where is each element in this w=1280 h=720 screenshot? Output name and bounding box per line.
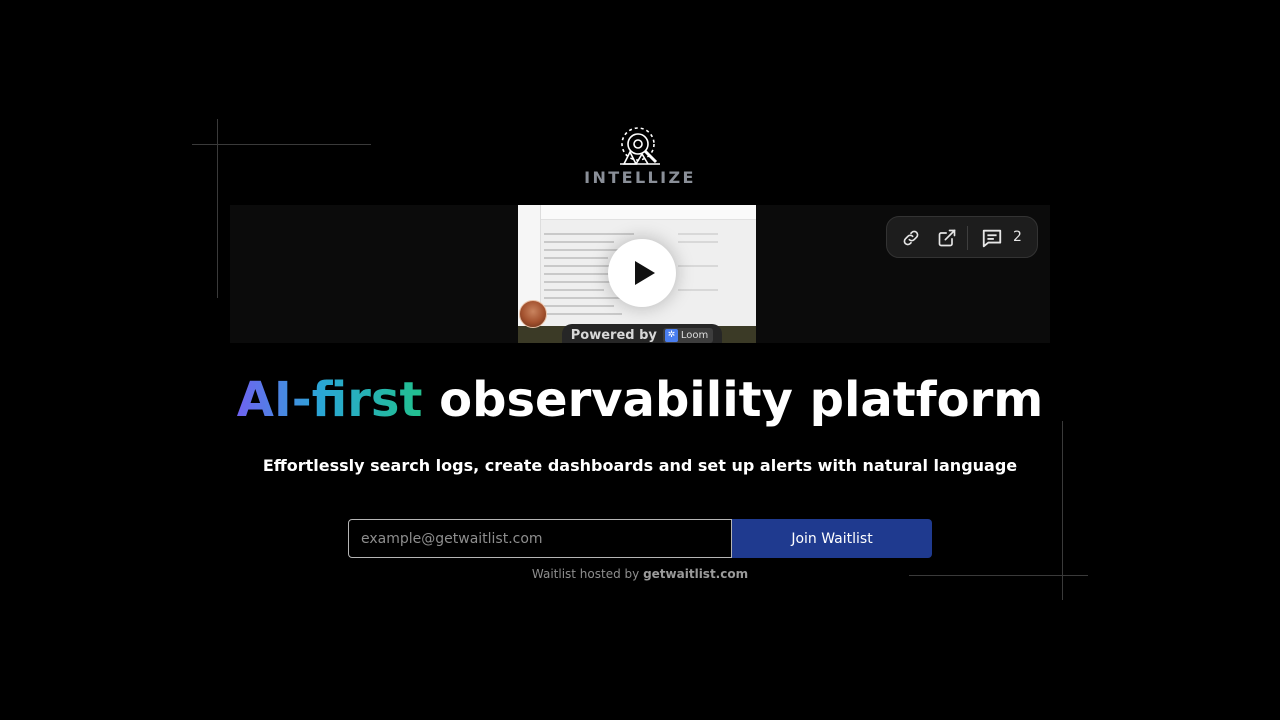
thumbnail-row: [544, 249, 624, 251]
brand-name: INTELLIZE: [584, 168, 696, 187]
thumbnail-row: [544, 273, 618, 275]
thumbnail-cell: [678, 233, 718, 235]
external-link-icon[interactable]: [937, 228, 957, 248]
avatar: [519, 300, 547, 328]
intellize-logo-icon: [620, 127, 660, 165]
thumbnail-row: [544, 297, 630, 299]
thumbnail-row: [544, 289, 604, 291]
headline-rest: observability platform: [439, 372, 1044, 428]
video-embed[interactable]: Powered by ✲ Loom 2: [230, 205, 1050, 343]
thumbnail-row: [544, 233, 634, 235]
getwaitlist-link[interactable]: getwaitlist.com: [643, 567, 748, 581]
loom-label: Loom: [680, 329, 709, 341]
thumbnail-row: [544, 241, 614, 243]
play-icon[interactable]: [608, 239, 676, 307]
join-waitlist-button[interactable]: Join Waitlist: [732, 519, 932, 558]
comment-icon[interactable]: [981, 227, 1003, 249]
thumbnail-row: [544, 257, 608, 259]
headline-accent: AI-first: [236, 372, 423, 428]
toolbar-divider: [967, 226, 968, 250]
powered-by-label: Powered by: [570, 327, 657, 343]
email-field[interactable]: [348, 519, 732, 558]
thumbnail-row: [544, 313, 622, 315]
page-title: AI-first observability platform: [0, 372, 1280, 428]
comment-count: 2: [1013, 229, 1022, 245]
loom-icon: ✲: [664, 328, 678, 342]
loom-badge: ✲ Loom: [662, 327, 714, 343]
page-subtitle: Effortlessly search logs, create dashboa…: [262, 456, 1018, 475]
video-thumbnail[interactable]: Powered by ✲ Loom: [518, 205, 756, 343]
thumbnail-header: [518, 205, 756, 220]
link-icon[interactable]: [901, 228, 921, 248]
hosted-by-label: Waitlist hosted by: [531, 567, 640, 581]
video-toolbar: 2: [886, 216, 1038, 258]
thumbnail-cell: [678, 241, 718, 243]
thumbnail-row: [544, 305, 614, 307]
brand-logo: INTELLIZE: [0, 126, 1280, 187]
thumbnail-cell: [678, 265, 718, 267]
powered-by-loom[interactable]: Powered by ✲ Loom: [562, 324, 722, 343]
thumbnail-cell: [678, 289, 718, 291]
waitlist-credit: Waitlist hosted by getwaitlist.com: [0, 567, 1280, 581]
